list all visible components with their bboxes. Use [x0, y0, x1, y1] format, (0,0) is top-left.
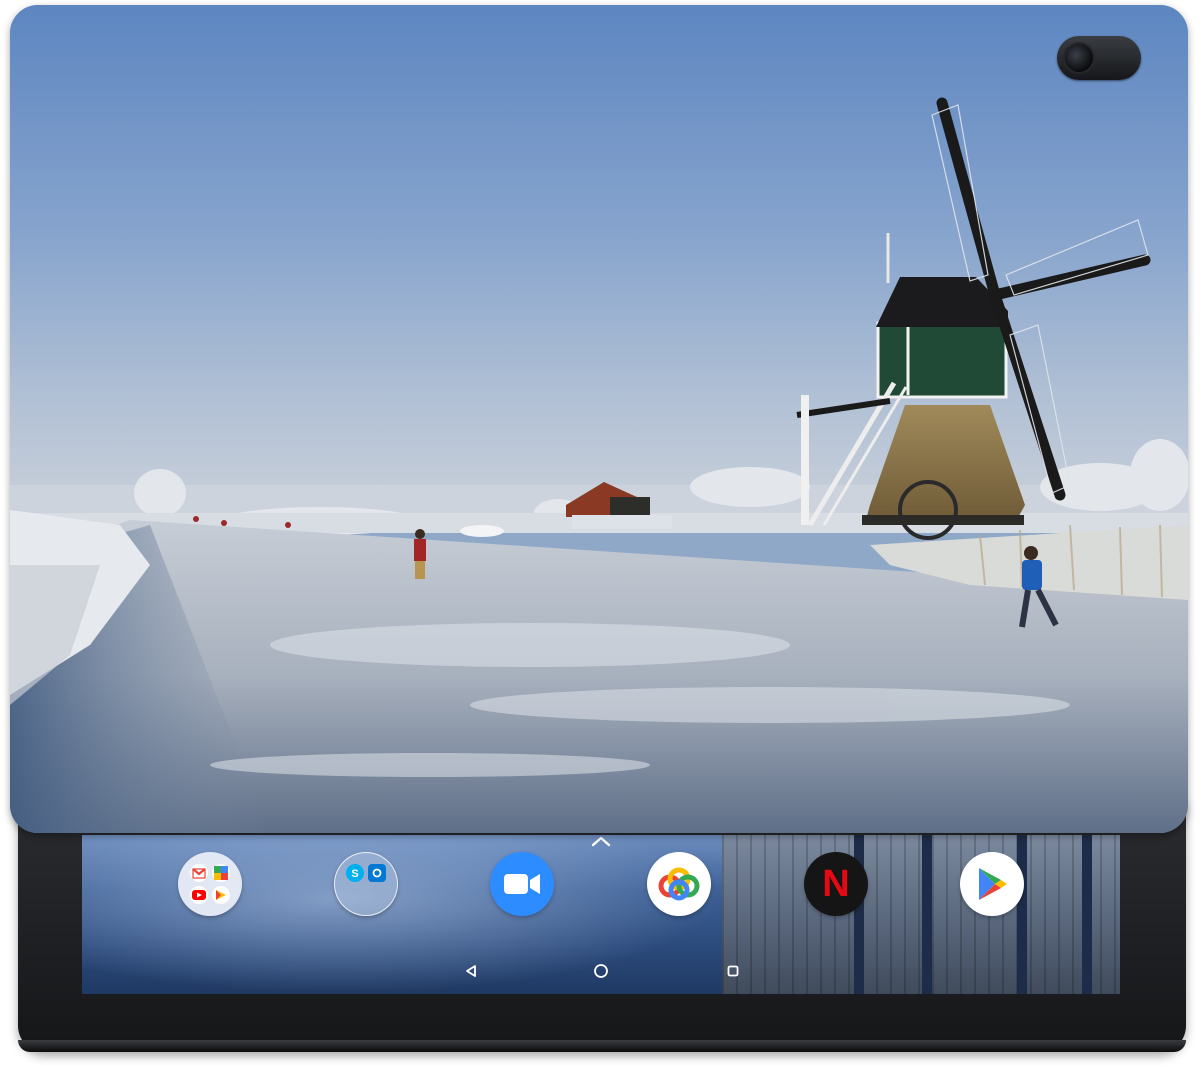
- photos-cloud-icon[interactable]: [647, 852, 711, 916]
- home-icon[interactable]: [592, 962, 610, 980]
- wallpaper-rail: [1017, 835, 1027, 994]
- sky: [10, 5, 1188, 515]
- outlook-icon: [368, 864, 386, 882]
- skype-outlook-folder-icon[interactable]: S: [334, 852, 398, 916]
- camera-lens-icon: [1063, 42, 1095, 74]
- youtube-icon: [190, 886, 208, 904]
- tablet-bezel-edge: [18, 1040, 1186, 1052]
- netflix-icon[interactable]: N: [804, 852, 868, 916]
- windmill-landscape-photo: [10, 5, 1188, 833]
- wallpaper-sky: [82, 835, 722, 994]
- back-icon[interactable]: [462, 962, 480, 980]
- zoom-icon[interactable]: [490, 852, 554, 916]
- product-photo: S N: [0, 0, 1200, 1065]
- folder-grid: [190, 864, 230, 904]
- svg-text:S: S: [351, 868, 358, 879]
- play-store-icon[interactable]: [960, 852, 1024, 916]
- maps-icon: [212, 864, 230, 882]
- recents-icon[interactable]: [724, 962, 742, 980]
- skype-icon: S: [346, 864, 364, 882]
- skater-red: [414, 529, 426, 579]
- smart-cover: [10, 5, 1188, 833]
- chevron-up-icon[interactable]: [590, 834, 612, 848]
- gmail-icon: [190, 864, 208, 882]
- folder-grid: S: [346, 864, 386, 882]
- netflix-logo: N: [822, 863, 850, 905]
- small-boat: [460, 525, 504, 537]
- wallpaper-boardwalk: [722, 835, 1120, 994]
- wallpaper-rail: [922, 835, 932, 994]
- play-movies-icon: [212, 886, 230, 904]
- google-apps-folder-icon[interactable]: [178, 852, 242, 916]
- wallpaper-rail: [1082, 835, 1092, 994]
